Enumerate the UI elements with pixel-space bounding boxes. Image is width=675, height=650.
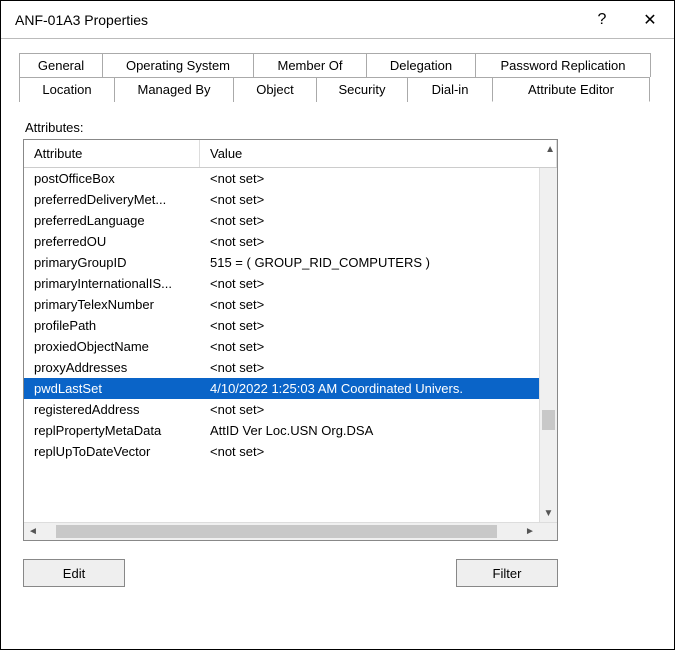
attr-cell: primaryGroupID — [34, 255, 210, 270]
attr-cell: primaryTelexNumber — [34, 297, 210, 312]
value-cell: <not set> — [210, 192, 557, 207]
value-cell: 515 = ( GROUP_RID_COMPUTERS ) — [210, 255, 557, 270]
tab-member-of[interactable]: Member Of — [253, 53, 367, 77]
attr-cell: preferredLanguage — [34, 213, 210, 228]
table-row[interactable]: primaryGroupID515 = ( GROUP_RID_COMPUTER… — [24, 252, 557, 273]
attr-cell: preferredDeliveryMet... — [34, 192, 210, 207]
value-cell: <not set> — [210, 213, 557, 228]
value-cell: <not set> — [210, 339, 557, 354]
attr-cell: replPropertyMetaData — [34, 423, 210, 438]
value-cell: <not set> — [210, 444, 557, 459]
table-row[interactable]: proxiedObjectName<not set> — [24, 336, 557, 357]
attr-cell: preferredOU — [34, 234, 210, 249]
value-cell: <not set> — [210, 402, 557, 417]
attributes-label: Attributes: — [25, 120, 656, 135]
tab-attribute-editor[interactable]: Attribute Editor — [492, 77, 650, 102]
hscrollbar-thumb[interactable] — [56, 525, 497, 538]
scroll-up-icon[interactable]: ▲ — [545, 144, 555, 155]
horizontal-scrollbar[interactable]: ◄ ► — [24, 522, 557, 540]
table-row[interactable]: registeredAddress<not set> — [24, 399, 557, 420]
scroll-left-icon[interactable]: ◄ — [24, 526, 42, 537]
tab-operating-system[interactable]: Operating System — [102, 53, 254, 77]
tab-delegation[interactable]: Delegation — [366, 53, 476, 77]
table-row[interactable]: pwdLastSet4/10/2022 1:25:03 AM Coordinat… — [24, 378, 557, 399]
list-header: Attribute Value ▲ — [24, 140, 557, 168]
table-row[interactable]: postOfficeBox<not set> — [24, 168, 557, 189]
titlebar: ANF-01A3 Properties ? ✕ — [1, 1, 674, 39]
table-row[interactable]: preferredLanguage<not set> — [24, 210, 557, 231]
table-row[interactable]: profilePath<not set> — [24, 315, 557, 336]
tab-managed-by[interactable]: Managed By — [114, 77, 234, 102]
tab-dial-in[interactable]: Dial-in — [407, 77, 493, 102]
scroll-right-icon[interactable]: ► — [521, 526, 539, 537]
table-row[interactable]: primaryTelexNumber<not set> — [24, 294, 557, 315]
scrollbar-thumb[interactable] — [542, 410, 555, 430]
tab-location[interactable]: Location — [19, 77, 115, 102]
edit-button[interactable]: Edit — [23, 559, 125, 587]
table-row[interactable]: primaryInternationalIS...<not set> — [24, 273, 557, 294]
tab-security[interactable]: Security — [316, 77, 408, 102]
scroll-down-icon[interactable]: ▼ — [540, 504, 557, 522]
tab-object[interactable]: Object — [233, 77, 317, 102]
filter-button[interactable]: Filter — [456, 559, 558, 587]
value-cell: AttID Ver Loc.USN Org.DSA — [210, 423, 557, 438]
value-cell: <not set> — [210, 297, 557, 312]
attr-cell: proxiedObjectName — [34, 339, 210, 354]
attr-cell: postOfficeBox — [34, 171, 210, 186]
vertical-scrollbar[interactable]: ▼ — [539, 168, 557, 522]
table-row[interactable]: replUpToDateVector<not set> — [24, 441, 557, 462]
button-row: Edit Filter — [23, 559, 558, 587]
attr-cell: primaryInternationalIS... — [34, 276, 210, 291]
tab-password-replication[interactable]: Password Replication — [475, 53, 651, 77]
attr-cell: proxyAddresses — [34, 360, 210, 375]
value-cell: 4/10/2022 1:25:03 AM Coordinated Univers… — [210, 381, 557, 396]
attr-cell: registeredAddress — [34, 402, 210, 417]
tab-strip: General Operating System Member Of Deleg… — [19, 53, 656, 102]
table-row[interactable]: replPropertyMetaData AttID Ver Loc.USN O… — [24, 420, 557, 441]
close-button[interactable]: ✕ — [626, 10, 674, 30]
list-body: postOfficeBox<not set>preferredDeliveryM… — [24, 168, 557, 522]
table-row[interactable]: proxyAddresses<not set> — [24, 357, 557, 378]
attr-cell: profilePath — [34, 318, 210, 333]
column-header-value[interactable]: Value — [200, 140, 557, 167]
attr-cell: replUpToDateVector — [34, 444, 210, 459]
attributes-listbox[interactable]: Attribute Value ▲ postOfficeBox<not set>… — [23, 139, 558, 541]
value-cell: <not set> — [210, 234, 557, 249]
table-row[interactable]: preferredOU<not set> — [24, 231, 557, 252]
value-cell: <not set> — [210, 360, 557, 375]
value-cell: <not set> — [210, 276, 557, 291]
help-button[interactable]: ? — [578, 11, 626, 29]
window-title: ANF-01A3 Properties — [15, 12, 578, 28]
attr-cell: pwdLastSet — [34, 381, 210, 396]
table-row[interactable]: preferredDeliveryMet...<not set> — [24, 189, 557, 210]
tab-general[interactable]: General — [19, 53, 103, 77]
column-header-attribute[interactable]: Attribute — [24, 140, 200, 167]
value-cell: <not set> — [210, 171, 557, 186]
value-cell: <not set> — [210, 318, 557, 333]
dialog-content: General Operating System Member Of Deleg… — [1, 39, 674, 605]
